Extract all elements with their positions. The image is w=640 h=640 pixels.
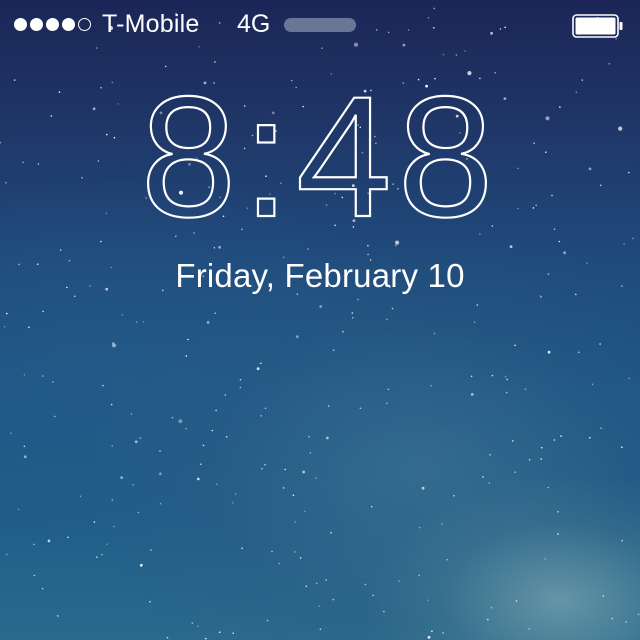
lock-screen-time-text: 8:48 (141, 76, 500, 236)
carrier-name: T-Mobile (102, 10, 200, 38)
network-type: 4G (237, 10, 271, 38)
network-activity-indicator (284, 18, 356, 32)
lock-screen: T-Mobile 4G 8:48 Friday, February 10 (0, 0, 640, 640)
battery-fill (575, 17, 616, 35)
lock-screen-date: Friday, February 10 (175, 257, 465, 294)
lock-screen-time: 8:48 (140, 76, 500, 236)
signal-dot (30, 17, 43, 31)
signal-dot (62, 17, 75, 31)
signal-strength-icon (14, 16, 91, 32)
signal-dot (78, 17, 91, 31)
battery-icon (572, 14, 623, 38)
status-bar: T-Mobile 4G (0, 0, 640, 52)
signal-dot (14, 17, 27, 31)
signal-dot (46, 17, 59, 31)
